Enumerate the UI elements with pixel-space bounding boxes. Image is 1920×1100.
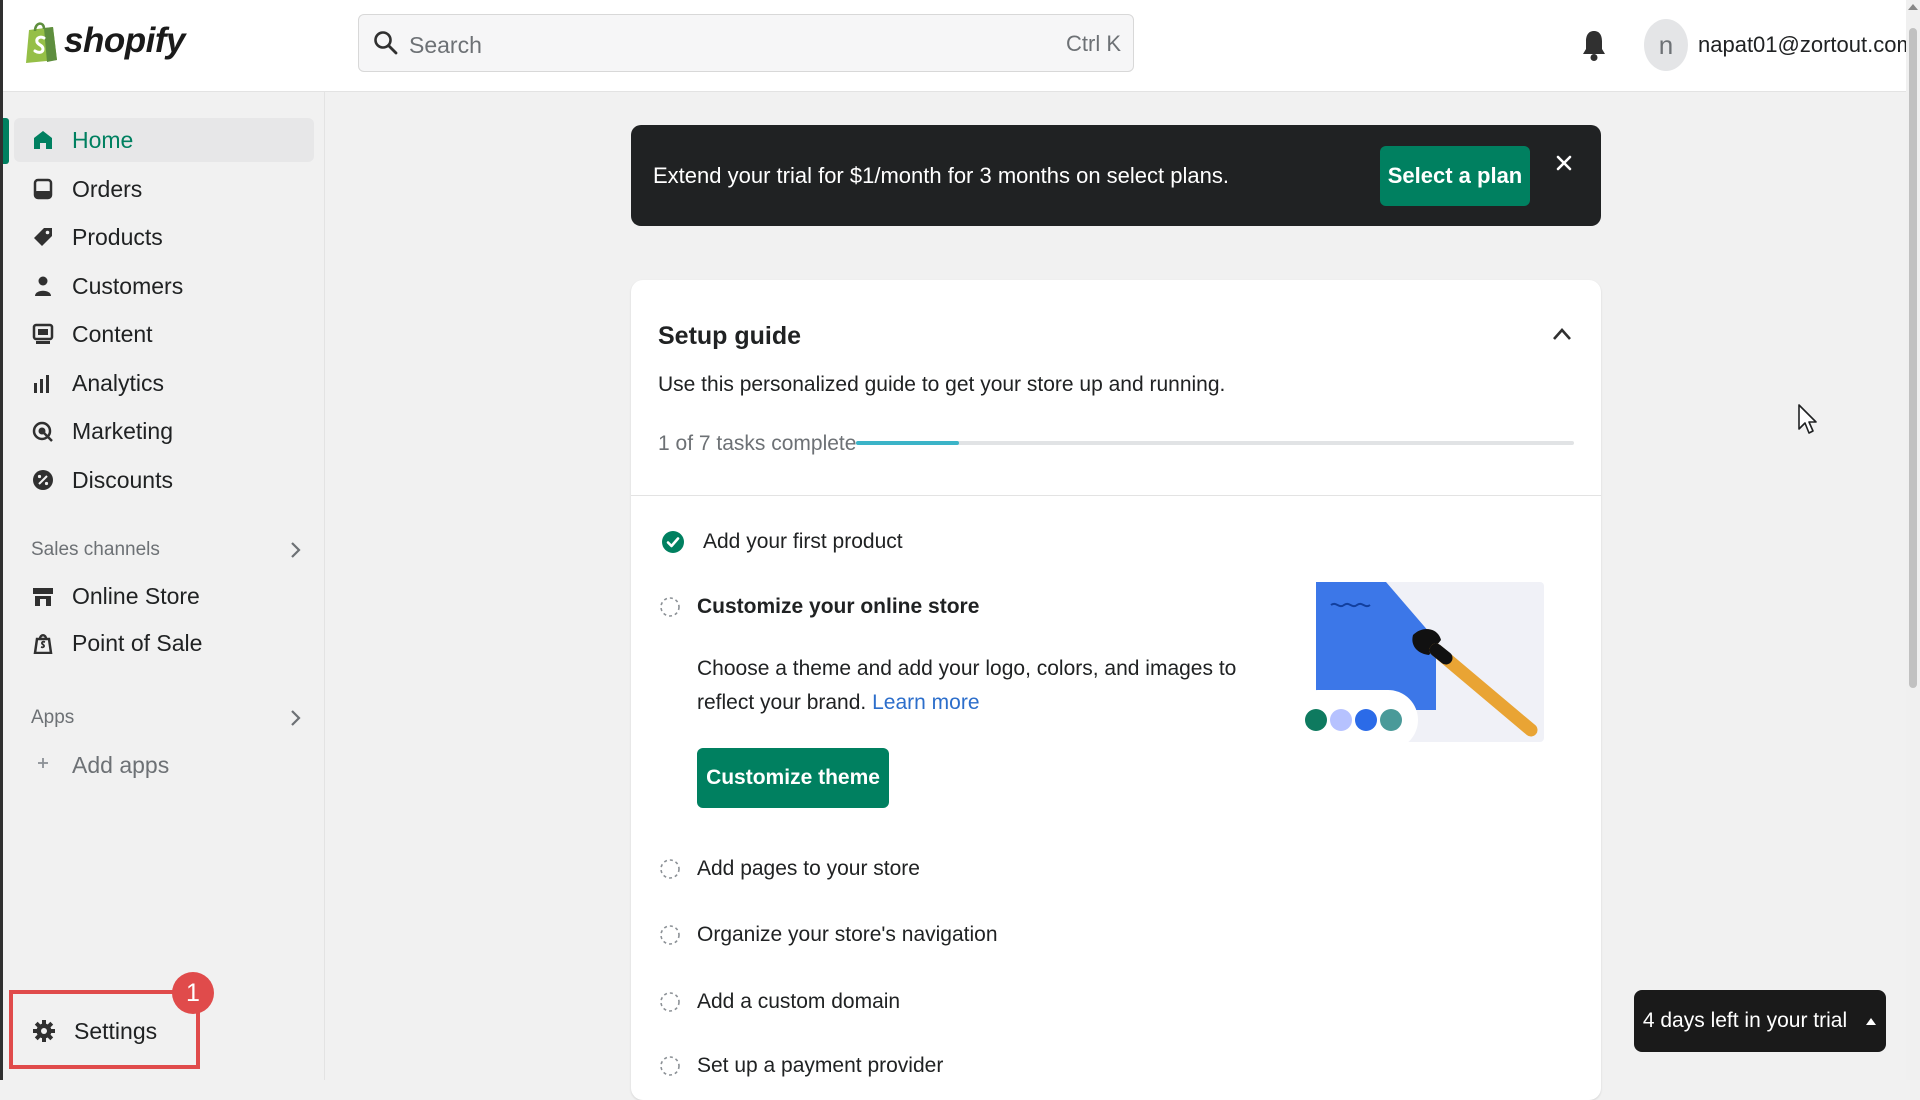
section-label: Sales channels [31,539,160,560]
sidebar-item-point-of-sale[interactable]: Point of Sale [14,621,314,665]
task-add-first-product[interactable]: Add your first product [661,530,903,554]
orders-icon [33,178,53,200]
notification-bell-icon[interactable] [1581,28,1607,62]
dashed-circle-icon [660,859,680,879]
store-icon [33,588,53,606]
search-shortcut: Ctrl K [1066,31,1121,56]
sidebar-item-content[interactable]: Content [14,312,314,356]
task-description: Choose a theme and add your logo, colors… [697,652,1257,720]
sidebar-item-marketing[interactable]: Marketing [14,409,314,453]
target-icon [32,421,53,442]
sidebar-item-label: Orders [72,175,143,202]
task-label: Add your first product [703,530,903,553]
person-icon [35,276,51,296]
sidebar-item-label: Point of Sale [72,629,203,656]
dashed-circle-icon [660,992,680,1012]
settings-highlight-box [9,990,200,1069]
sidebar-item-add-apps[interactable]: Add apps [14,743,314,787]
sidebar-item-label: Marketing [72,417,173,444]
progress-text: 1 of 7 tasks complete [658,432,857,455]
task-label: Set up a payment provider [697,1054,944,1077]
home-icon [34,131,52,149]
window-left-border [0,0,3,1080]
trial-text: 4 days left in your trial [1642,1009,1848,1032]
step-badge: 1 [172,972,214,1014]
sidebar-item-label: Add apps [72,751,170,778]
setup-guide-card: Setup guide Use this personalized guide … [631,280,1601,1100]
shopify-bag-icon [26,22,57,63]
sidebar-item-products[interactable]: Products [14,215,314,259]
search-bar[interactable]: Ctrl K [358,14,1134,72]
setup-guide-title: Setup guide [658,322,802,350]
close-icon[interactable] [1552,151,1576,175]
sidebar-item-label: Home [72,126,134,153]
chevron-right-icon [291,710,301,726]
user-email[interactable]: napat01@zortout.com [1698,32,1915,58]
avatar[interactable]: n [1644,19,1688,71]
trial-status-button[interactable]: 4 days left in your trial [1634,990,1886,1052]
tag-icon [34,228,52,246]
sidebar-item-home[interactable]: Home [14,118,314,162]
dashed-circle-icon [660,925,680,945]
sidebar-item-label: Online Store [72,582,200,609]
mouse-pointer-icon [1798,404,1817,434]
section-label: Apps [31,707,75,728]
task-add-custom-domain[interactable]: Add a custom domain [659,990,900,1014]
task-label: Organize your store's navigation [697,923,998,946]
task-customize-online-store[interactable]: Customize your online store [659,595,979,619]
scroll-thumb[interactable] [1909,28,1917,688]
shopify-logo[interactable]: shopify [24,18,185,64]
banner-text: Extend your trial for $1/month for 3 mon… [653,163,1229,188]
caret-up-icon [1866,1018,1877,1025]
select-plan-button[interactable]: Select a plan [1380,146,1530,206]
task-organize-navigation[interactable]: Organize your store's navigation [659,923,998,947]
page-scrollbar[interactable] [1906,0,1920,1080]
task-label: Add a custom domain [697,990,901,1013]
top-bar: shopify Ctrl K n napat01@zortout.com [0,0,1915,92]
scroll-up-arrow-icon[interactable] [1908,4,1918,10]
chevron-up-icon[interactable] [1551,326,1573,342]
task-payment-provider[interactable]: Set up a payment provider [659,1054,943,1078]
progress-bar [856,441,1574,445]
theme-customization-illustration [1288,582,1544,750]
dashed-circle-icon [660,1056,680,1076]
content-icon [32,323,54,344]
active-nav-indicator [3,118,9,164]
bar-chart-icon [34,375,49,393]
sidebar-item-online-store[interactable]: Online Store [14,574,314,618]
sidebar-item-label: Analytics [72,369,165,396]
avatar-initial: n [1658,29,1674,60]
apps-heading[interactable]: Apps [31,703,301,733]
discount-icon [33,470,53,490]
task-label: Add pages to your store [697,857,920,880]
dashed-circle-icon [660,597,680,617]
trial-banner: Extend your trial for $1/month for 3 mon… [631,125,1601,226]
customize-theme-button[interactable]: Customize theme [697,748,889,808]
search-icon [374,31,398,55]
sales-channels-heading[interactable]: Sales channels [31,535,301,565]
check-circle-icon [662,531,684,553]
pos-icon [33,634,53,654]
sidebar-item-customers[interactable]: Customers [14,264,314,308]
learn-more-link[interactable]: Learn more [872,691,979,714]
progress-bar-fill [856,441,959,445]
sidebar-item-analytics[interactable]: Analytics [14,361,314,405]
search-input[interactable] [407,27,1011,63]
step-badge-number: 1 [186,978,200,1007]
sidebar-item-label: Products [72,223,163,250]
setup-guide-subtitle: Use this personalized guide to get your … [658,373,1226,396]
sidebar-item-label: Discounts [72,466,173,493]
sidebar-item-label: Content [72,320,153,347]
task-label: Customize your online store [697,595,980,618]
plus-icon [38,758,48,768]
brand-name: shopify [64,21,185,60]
sidebar-item-discounts[interactable]: Discounts [14,458,314,502]
sidebar-item-orders[interactable]: Orders [14,167,314,211]
task-add-pages[interactable]: Add pages to your store [659,857,920,881]
divider [631,495,1601,496]
sidebar-item-label: Customers [72,272,184,299]
chevron-right-icon [291,542,301,558]
